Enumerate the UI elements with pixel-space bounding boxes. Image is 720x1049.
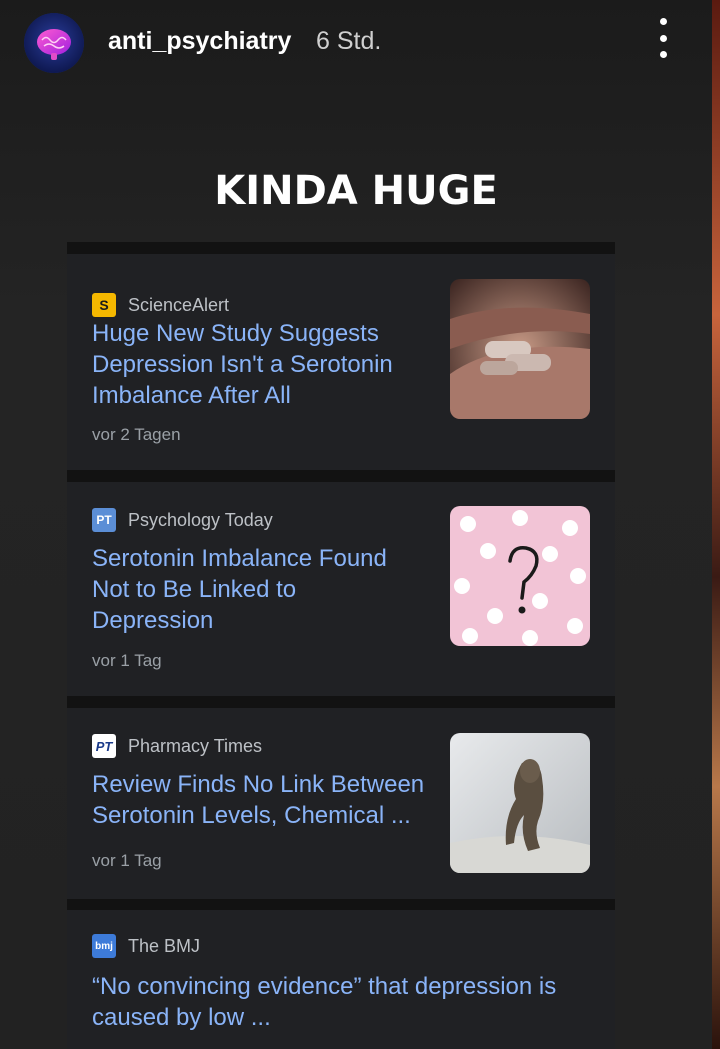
story-header: anti_psychiatry 6 Std. (0, 0, 712, 84)
article-source: S ScienceAlert (92, 293, 229, 317)
source-name: ScienceAlert (128, 294, 230, 315)
story-caption: KINDA HUGE (214, 168, 498, 214)
article-date: vor 1 Tag (92, 651, 162, 670)
psychology-today-icon: PT (92, 508, 116, 532)
source-name: Psychology Today (128, 509, 273, 530)
bmj-icon: bmj (92, 934, 116, 958)
article-date: vor 2 Tagen (92, 425, 181, 444)
article-card[interactable]: PT Psychology Today Serotonin Imbalance … (67, 482, 615, 696)
article-headline[interactable]: Review Finds No Link Between Serotonin L… (92, 769, 432, 831)
article-headline[interactable]: Huge New Study Suggests Depression Isn't… (92, 318, 412, 411)
news-feed-screenshot: S ScienceAlert Huge New Study Suggests D… (67, 242, 615, 1049)
article-source: PT Psychology Today (92, 508, 273, 532)
article-date: vor 1 Tag (92, 851, 162, 870)
article-source: bmj The BMJ (92, 934, 200, 958)
more-vertical-icon[interactable] (650, 18, 676, 58)
avatar[interactable] (24, 13, 84, 73)
thinking-sculpture-image[interactable] (450, 733, 590, 873)
username[interactable]: anti_psychiatry (108, 27, 291, 56)
adjacent-story-edge (712, 0, 720, 1049)
story-view: anti_psychiatry 6 Std. KINDA HUGE S Scie… (0, 0, 712, 1049)
article-headline[interactable]: Serotonin Imbalance Found Not to Be Link… (92, 543, 402, 636)
brain-icon (24, 13, 84, 73)
article-card[interactable]: S ScienceAlert Huge New Study Suggests D… (67, 254, 615, 470)
sciencealert-icon: S (92, 293, 116, 317)
article-card[interactable]: bmj The BMJ “No convincing evidence” tha… (67, 910, 615, 1049)
article-card[interactable]: PT Pharmacy Times Review Finds No Link B… (67, 708, 615, 899)
pharmacy-times-icon: PT (92, 734, 116, 758)
post-time: 6 Std. (316, 27, 382, 55)
question-mark-pills-image[interactable] (450, 506, 590, 646)
article-headline[interactable]: “No convincing evidence” that depression… (92, 971, 592, 1033)
source-name: Pharmacy Times (128, 735, 263, 756)
pills-in-hand-image[interactable] (450, 279, 590, 419)
source-name: The BMJ (128, 935, 201, 956)
article-source: PT Pharmacy Times (92, 734, 262, 758)
